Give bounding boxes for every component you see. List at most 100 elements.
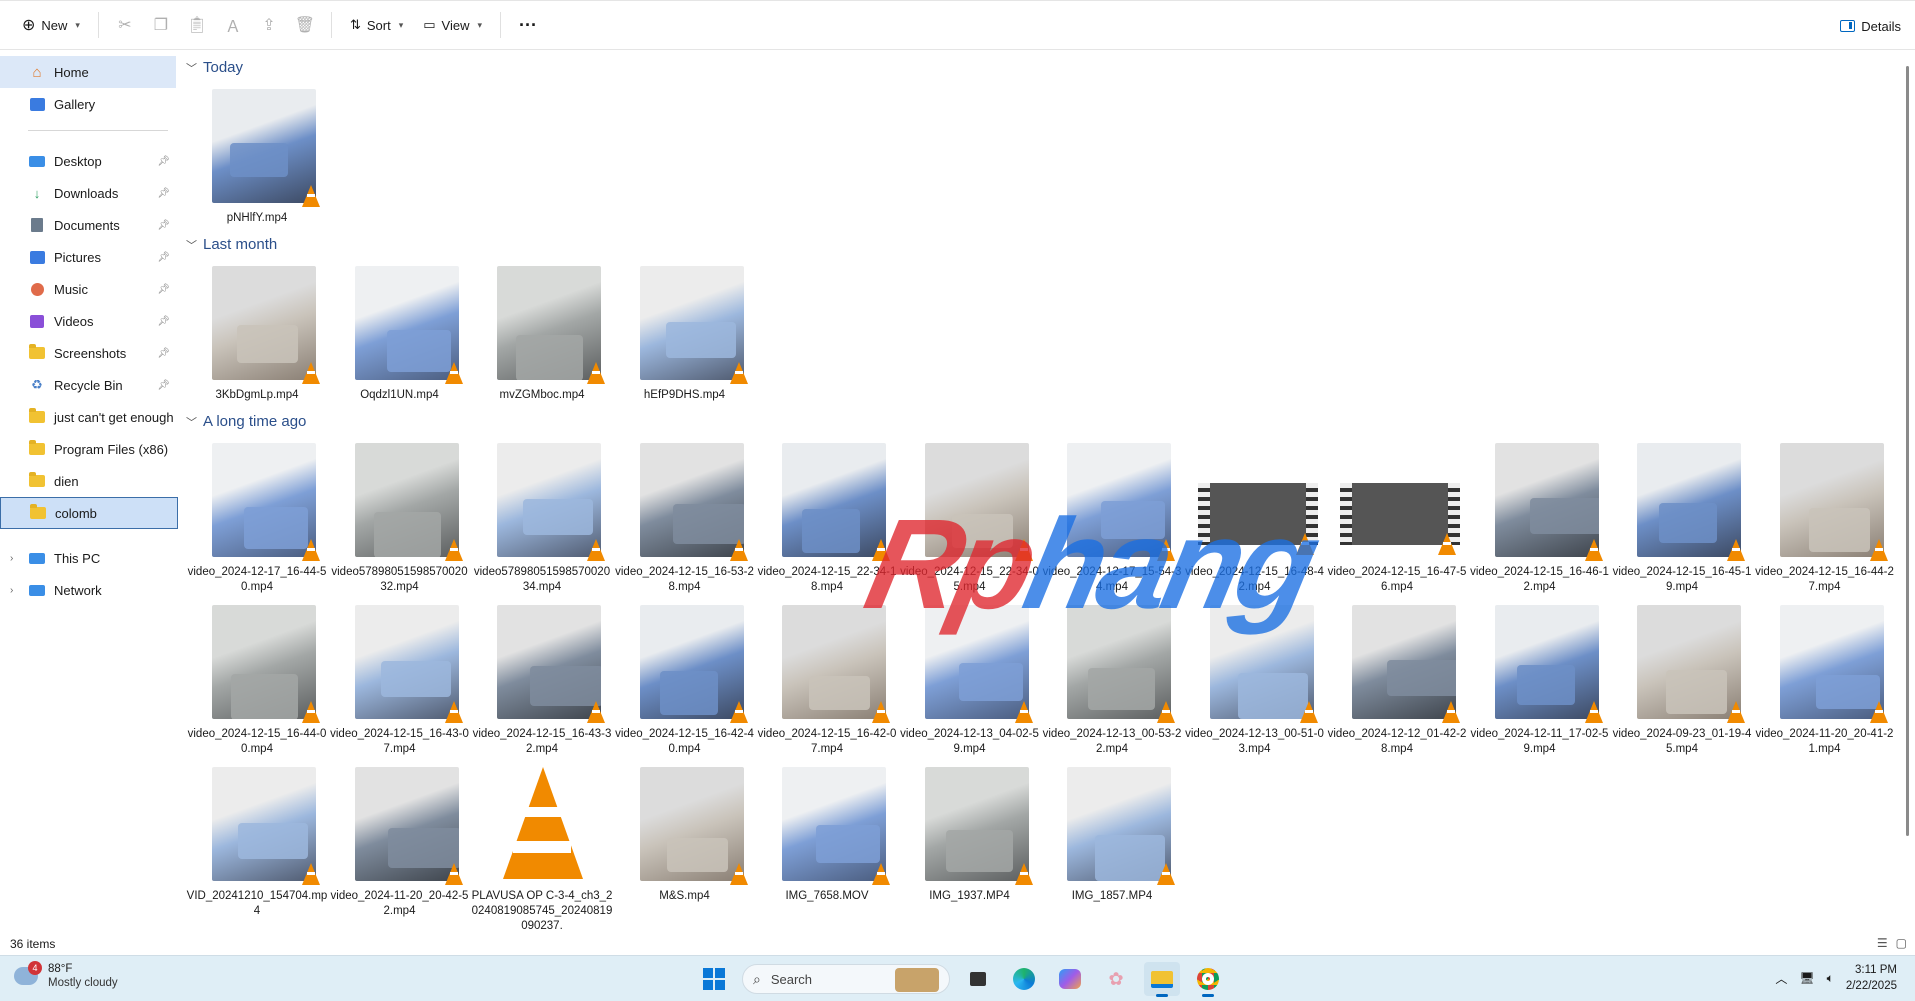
weather-widget[interactable]: 4 88°F Mostly cloudy	[14, 961, 118, 990]
file-item[interactable]: Oqdzl1UN.mp4	[329, 258, 471, 413]
rename-icon[interactable]: Ａ	[215, 8, 251, 42]
file-item[interactable]: video_2024-12-15_16-47-56.mp4	[1326, 435, 1468, 593]
pin-icon[interactable]: 📌︎	[157, 284, 170, 295]
file-item[interactable]: video_2024-12-15_16-48-42.mp4	[1184, 435, 1326, 593]
show-hidden-icons-icon[interactable]: ︿	[1775, 970, 1787, 987]
file-item[interactable]: video_2024-12-15_22-34-18.mp4	[756, 435, 898, 593]
task-view-button[interactable]	[960, 962, 996, 996]
file-item[interactable]: 3KbDgmLp.mp4	[186, 258, 328, 413]
pin-icon[interactable]: 📌︎	[157, 316, 170, 327]
paste-icon[interactable]: 📋︎	[179, 8, 215, 42]
copilot-button[interactable]	[1052, 962, 1088, 996]
file-item[interactable]: video_2024-12-15_16-43-32.mp4	[471, 597, 613, 755]
start-button[interactable]	[696, 962, 732, 996]
new-button[interactable]: ⊕ New ▾	[12, 8, 90, 42]
file-item[interactable]: video_2024-12-11_17-02-59.mp4	[1469, 597, 1611, 755]
file-item[interactable]: video_2024-12-15_22-34-05.mp4	[899, 435, 1041, 593]
file-item[interactable]: video5789805159857002034.mp4	[471, 435, 613, 593]
file-explorer-button[interactable]	[1144, 962, 1180, 997]
file-item[interactable]: hEfP9DHS.mp4	[614, 258, 756, 413]
file-item[interactable]: video_2024-09-23_01-19-45.mp4	[1611, 597, 1753, 755]
chevron-right-icon[interactable]: ›	[10, 553, 13, 564]
sidebar-item-colomb[interactable]: colomb	[0, 497, 178, 529]
details-view-icon[interactable]: ☰	[1877, 936, 1888, 950]
file-item[interactable]: video_2024-12-12_01-42-28.mp4	[1326, 597, 1468, 755]
chevron-right-icon[interactable]: ›	[10, 585, 13, 596]
file-item[interactable]: mvZGMboc.mp4	[471, 258, 613, 413]
pin-icon[interactable]: 📌︎	[157, 348, 170, 359]
sidebar-item-music[interactable]: Music 📌︎	[0, 273, 178, 305]
sidebar-item-home[interactable]: ⌂ Home	[0, 56, 176, 88]
file-item[interactable]: VID_20241210_154704.mp4	[186, 759, 328, 917]
sidebar-item-just-cant-get-enough[interactable]: just can't get enough	[0, 401, 178, 433]
group-header-long-ago[interactable]: ﹀ A long time ago	[186, 413, 306, 430]
file-item[interactable]: video_2024-12-15_16-42-07.mp4	[756, 597, 898, 755]
file-name: IMG_7658.MOV	[785, 890, 869, 902]
vertical-scrollbar[interactable]	[1906, 66, 1909, 836]
file-item[interactable]: pNHlfY.mp4	[186, 81, 328, 236]
file-item[interactable]: video_2024-12-15_16-44-27.mp4	[1754, 435, 1896, 593]
sidebar-item-gallery[interactable]: Gallery	[0, 88, 178, 120]
chevron-down-icon[interactable]: ﹀	[186, 414, 197, 430]
sidebar-item-desktop[interactable]: Desktop 📌︎	[0, 145, 178, 177]
pinned-app-button[interactable]: ✿	[1098, 962, 1134, 996]
volume-icon[interactable]: 🔈︎	[1827, 971, 1834, 986]
sidebar-item-this-pc[interactable]: › This PC	[0, 542, 178, 574]
chrome-button[interactable]	[1190, 962, 1226, 997]
file-item[interactable]: M&S.mp4	[614, 759, 756, 914]
chrome-icon	[1197, 968, 1219, 990]
view-button[interactable]: ▭ View ▾	[413, 8, 492, 42]
network-status-icon[interactable]: 🖥︎	[1799, 971, 1814, 985]
sort-button[interactable]: ⇅ Sort ▾	[340, 8, 413, 42]
file-item[interactable]: video_2024-12-15_16-44-00.mp4	[186, 597, 328, 755]
file-item[interactable]: IMG_1857.MP4	[1041, 759, 1183, 914]
delete-icon[interactable]: 🗑︎	[287, 8, 323, 42]
edge-button[interactable]	[1006, 962, 1042, 996]
pin-icon[interactable]: 📌︎	[157, 156, 170, 167]
pin-icon[interactable]: 📌︎	[157, 220, 170, 231]
file-item[interactable]: video_2024-12-15_16-42-40.mp4	[614, 597, 756, 755]
vlc-badge-icon	[1584, 701, 1603, 723]
group-header-last-month[interactable]: ﹀ Last month	[186, 236, 277, 253]
chevron-down-icon[interactable]: ﹀	[186, 237, 197, 253]
details-button[interactable]: Details	[1840, 9, 1901, 43]
thumbnail-detail	[238, 823, 308, 859]
file-item[interactable]: video_2024-12-13_00-51-03.mp4	[1184, 597, 1326, 755]
file-item[interactable]: video_2024-12-17_15-54-34.mp4	[1041, 435, 1183, 593]
thumbnail-detail	[380, 661, 451, 697]
file-item[interactable]: video_2024-12-17_16-44-50.mp4	[186, 435, 328, 593]
file-item[interactable]: IMG_7658.MOV	[756, 759, 898, 914]
clock[interactable]: 3:11 PM 2/22/2025	[1846, 962, 1897, 994]
file-item[interactable]: IMG_1937.MP4	[899, 759, 1041, 914]
file-item[interactable]: video_2024-12-15_16-46-12.mp4	[1469, 435, 1611, 593]
sidebar-item-recycle-bin[interactable]: ♻ Recycle Bin 📌︎	[0, 369, 178, 401]
file-item[interactable]: video_2024-12-15_16-45-19.mp4	[1611, 435, 1753, 593]
tiles-view-icon[interactable]: ▢	[1896, 936, 1907, 950]
file-item[interactable]: PLAVUSA OP C-3-4_ch3_20240819085745_2024…	[471, 759, 613, 932]
file-item[interactable]: video_2024-11-20_20-42-52.mp4	[329, 759, 471, 917]
sidebar-item-videos[interactable]: Videos 📌︎	[0, 305, 178, 337]
pin-icon[interactable]: 📌︎	[157, 380, 170, 391]
file-item[interactable]: video_2024-12-13_00-53-22.mp4	[1041, 597, 1183, 755]
file-item[interactable]: video_2024-12-13_04-02-59.mp4	[899, 597, 1041, 755]
sidebar-item-network[interactable]: › Network	[0, 574, 178, 606]
copy-icon[interactable]: ❐	[143, 8, 179, 42]
sidebar-item-screenshots[interactable]: Screenshots 📌︎	[0, 337, 178, 369]
pin-icon[interactable]: 📌︎	[157, 252, 170, 263]
file-item[interactable]: video5789805159857002032.mp4	[329, 435, 471, 593]
sidebar-item-program-files-x86[interactable]: Program Files (x86)	[0, 433, 178, 465]
cut-icon[interactable]: ✂	[107, 8, 143, 42]
sidebar-item-downloads[interactable]: ↓ Downloads 📌︎	[0, 177, 178, 209]
sidebar-item-dien[interactable]: dien	[0, 465, 178, 497]
group-header-today[interactable]: ﹀ Today	[186, 59, 243, 76]
file-item[interactable]: video_2024-12-15_16-53-28.mp4	[614, 435, 756, 593]
file-item[interactable]: video_2024-11-20_20-41-21.mp4	[1754, 597, 1896, 755]
sidebar-item-pictures[interactable]: Pictures 📌︎	[0, 241, 178, 273]
file-item[interactable]: video_2024-12-15_16-43-07.mp4	[329, 597, 471, 755]
sidebar-item-documents[interactable]: Documents 📌︎	[0, 209, 178, 241]
pin-icon[interactable]: 📌︎	[157, 188, 170, 199]
more-options-button[interactable]: ···	[509, 8, 547, 42]
taskbar-search[interactable]: ⌕ Search	[742, 964, 950, 994]
chevron-down-icon[interactable]: ﹀	[186, 60, 197, 76]
share-icon[interactable]: ⇪	[251, 8, 287, 42]
